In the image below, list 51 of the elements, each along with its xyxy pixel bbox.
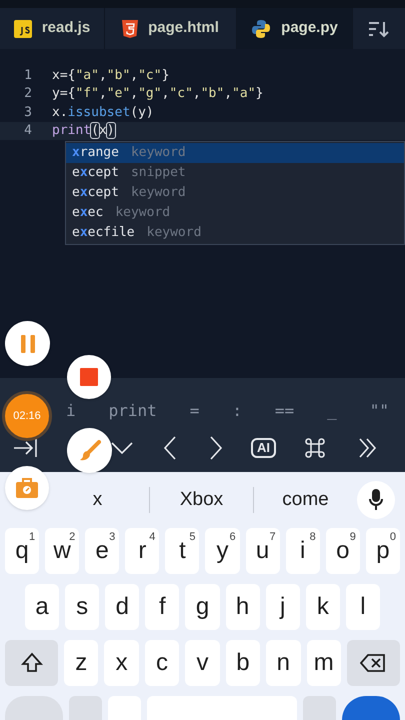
suggestion[interactable]: Xbox xyxy=(150,486,253,514)
completion-item[interactable]: execfile keyword xyxy=(66,223,404,243)
code-line: print(x) xyxy=(52,122,115,140)
key-hint: 0 xyxy=(390,530,396,545)
keyboard-key[interactable]: m xyxy=(306,640,341,686)
keyboard-key[interactable]: v xyxy=(185,640,220,686)
extra-key[interactable]: _ xyxy=(323,403,341,419)
extra-key[interactable]: : xyxy=(228,403,246,419)
line-number: 4 xyxy=(23,122,33,140)
key-hint: 5 xyxy=(189,530,196,545)
completion-item[interactable]: except keyword xyxy=(66,183,404,203)
key-hint: 7 xyxy=(270,530,276,545)
keyboard-key[interactable]: a xyxy=(25,584,60,630)
suggestion[interactable]: come xyxy=(254,486,357,514)
suggestion[interactable]: x xyxy=(46,486,149,514)
extra-key[interactable]: "" xyxy=(366,403,393,419)
extra-key[interactable]: i xyxy=(62,403,80,419)
extra-key[interactable]: = xyxy=(186,403,204,419)
keyboard-key[interactable]: n xyxy=(266,640,301,686)
keyboard-key[interactable]: x xyxy=(104,640,139,686)
extra-key[interactable]: print xyxy=(104,403,161,419)
ai-button[interactable]: AI xyxy=(251,438,276,458)
completion-item[interactable]: except snippet xyxy=(66,163,404,183)
line-number: 3 xyxy=(23,104,33,122)
key-hint: 9 xyxy=(350,530,356,545)
keyboard-key[interactable]: s xyxy=(65,584,100,630)
key-hint: 8 xyxy=(310,530,316,545)
keyboard-key[interactable]: k xyxy=(306,584,340,630)
keyboard-key[interactable]: g xyxy=(185,584,220,630)
key-hint: 3 xyxy=(109,530,116,545)
keyboard-key[interactable]: l xyxy=(346,584,380,630)
line-number: 2 xyxy=(23,85,33,103)
file-tab[interactable]: page.py xyxy=(237,8,353,49)
code-line: y={"f","e","g","c","b","a"} xyxy=(52,85,264,103)
keyboard-key[interactable]: c xyxy=(144,640,180,686)
keyboard-key[interactable]: d xyxy=(105,584,140,630)
key-hint: 6 xyxy=(229,530,236,545)
keyboard-key[interactable]: h xyxy=(226,584,260,630)
key-hint: 1 xyxy=(28,530,36,545)
key-hint: 4 xyxy=(149,530,156,545)
keyboard-key[interactable]: j xyxy=(266,584,300,630)
keyboard-key[interactable]: b xyxy=(226,640,260,686)
completion-item[interactable]: exec keyword xyxy=(66,203,404,223)
code-line: x={"a","b","c"} xyxy=(52,66,170,84)
keyboard-key[interactable]: z xyxy=(64,640,98,686)
extra-key[interactable]: == xyxy=(270,403,298,419)
line-number: 1 xyxy=(23,66,33,84)
code-line: x.issubset(y) xyxy=(52,104,154,122)
completion-item[interactable]: xrange keyword xyxy=(66,143,404,163)
key-hint: 2 xyxy=(69,530,76,545)
keyboard-key[interactable]: f xyxy=(145,584,180,630)
